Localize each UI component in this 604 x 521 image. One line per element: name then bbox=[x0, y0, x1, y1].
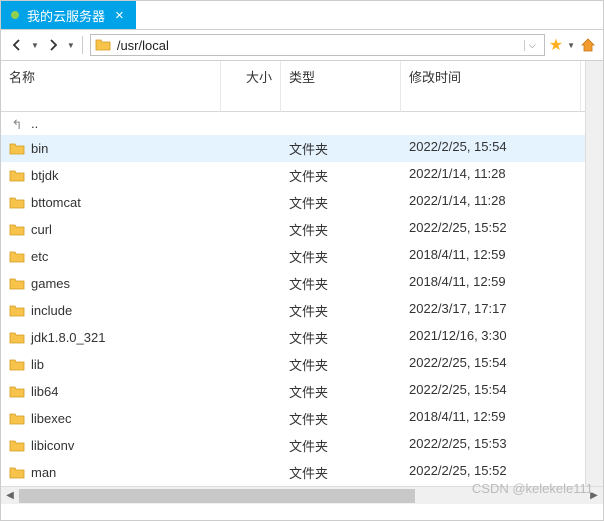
file-type: 文件夹 bbox=[281, 459, 401, 486]
file-mtime: 2022/2/25, 15:52 bbox=[401, 216, 581, 243]
bookmark-dropdown[interactable]: ▼ bbox=[567, 41, 575, 50]
folder-icon bbox=[9, 466, 25, 480]
file-mtime: 2022/3/17, 17:17 bbox=[401, 297, 581, 324]
bookmark-button[interactable]: ★ bbox=[549, 35, 563, 55]
folder-icon bbox=[9, 196, 25, 210]
file-type: 文件夹 bbox=[281, 297, 401, 324]
folder-icon bbox=[9, 331, 25, 345]
file-name: include bbox=[31, 303, 72, 318]
folder-icon bbox=[9, 250, 25, 264]
back-button[interactable] bbox=[7, 35, 27, 55]
file-list-panel: 名称 大小 类型 修改时间 属性 ↰ .. bin文件夹2022/2/25, 1… bbox=[1, 61, 603, 504]
scroll-right-icon[interactable]: ▶ bbox=[585, 487, 603, 505]
col-name[interactable]: 名称 bbox=[1, 61, 221, 112]
folder-icon bbox=[9, 412, 25, 426]
file-type: 文件夹 bbox=[281, 432, 401, 459]
file-name: curl bbox=[31, 222, 52, 237]
forward-button[interactable] bbox=[43, 35, 63, 55]
back-history-dropdown[interactable]: ▼ bbox=[31, 41, 39, 50]
col-type[interactable]: 类型 bbox=[281, 61, 401, 112]
file-mtime: 2021/12/16, 3:30 bbox=[401, 324, 581, 351]
horizontal-scrollbar[interactable]: ◀ ▶ bbox=[1, 486, 603, 504]
status-dot-icon bbox=[11, 11, 19, 19]
folder-icon bbox=[9, 304, 25, 318]
file-mtime: 2022/2/25, 15:54 bbox=[401, 378, 581, 405]
col-mtime[interactable]: 修改时间 bbox=[401, 61, 581, 112]
file-name: man bbox=[31, 465, 56, 480]
file-type: 文件夹 bbox=[281, 189, 401, 216]
file-name: libexec bbox=[31, 411, 71, 426]
file-mtime: 2022/2/25, 15:52 bbox=[401, 459, 581, 486]
file-mtime: 2018/4/11, 12:59 bbox=[401, 270, 581, 297]
parent-label: .. bbox=[31, 116, 38, 131]
folder-icon bbox=[9, 142, 25, 156]
file-type: 文件夹 bbox=[281, 351, 401, 378]
file-mtime: 2022/2/25, 15:54 bbox=[401, 351, 581, 378]
toolbar: ▼ ▼ /usr/local ⌵ ★ ▼ bbox=[1, 29, 603, 61]
file-name: games bbox=[31, 276, 70, 291]
file-mtime: 2018/4/11, 12:59 bbox=[401, 243, 581, 270]
close-icon[interactable]: × bbox=[113, 8, 126, 23]
file-name: lib64 bbox=[31, 384, 58, 399]
scroll-track[interactable] bbox=[19, 487, 585, 505]
folder-icon bbox=[9, 277, 25, 291]
tab-title: 我的云服务器 bbox=[27, 6, 105, 25]
file-type: 文件夹 bbox=[281, 135, 401, 162]
file-name: bttomcat bbox=[31, 195, 81, 210]
file-type: 文件夹 bbox=[281, 405, 401, 432]
path-input[interactable]: /usr/local bbox=[117, 38, 518, 53]
folder-icon bbox=[9, 169, 25, 183]
tab-bar: 我的云服务器 × bbox=[1, 1, 603, 29]
file-mtime: 2022/1/14, 11:28 bbox=[401, 189, 581, 216]
up-icon: ↰ bbox=[9, 117, 25, 131]
file-type: 文件夹 bbox=[281, 270, 401, 297]
file-name: etc bbox=[31, 249, 48, 264]
path-bar[interactable]: /usr/local ⌵ bbox=[90, 34, 545, 56]
file-name: libiconv bbox=[31, 438, 74, 453]
forward-history-dropdown[interactable]: ▼ bbox=[67, 41, 75, 50]
file-type: 文件夹 bbox=[281, 378, 401, 405]
col-size[interactable]: 大小 bbox=[221, 61, 281, 112]
folder-icon bbox=[9, 358, 25, 372]
folder-icon bbox=[95, 38, 111, 52]
path-dropdown-icon[interactable]: ⌵ bbox=[524, 40, 540, 51]
home-button[interactable] bbox=[579, 36, 597, 54]
separator bbox=[82, 36, 83, 54]
file-mtime: 2018/4/11, 12:59 bbox=[401, 405, 581, 432]
file-mtime: 2022/1/14, 11:28 bbox=[401, 162, 581, 189]
folder-icon bbox=[9, 223, 25, 237]
file-mtime: 2022/2/25, 15:53 bbox=[401, 432, 581, 459]
file-mtime: 2022/2/25, 15:54 bbox=[401, 135, 581, 162]
scroll-thumb[interactable] bbox=[19, 489, 415, 503]
tab-active[interactable]: 我的云服务器 × bbox=[1, 1, 136, 29]
file-name: jdk1.8.0_321 bbox=[31, 330, 105, 345]
folder-icon bbox=[9, 385, 25, 399]
folder-icon bbox=[9, 439, 25, 453]
scroll-left-icon[interactable]: ◀ bbox=[1, 487, 19, 505]
file-type: 文件夹 bbox=[281, 216, 401, 243]
file-name: btjdk bbox=[31, 168, 58, 183]
file-name: lib bbox=[31, 357, 44, 372]
file-type: 文件夹 bbox=[281, 324, 401, 351]
file-type: 文件夹 bbox=[281, 243, 401, 270]
file-name: bin bbox=[31, 141, 48, 156]
vertical-scrollbar[interactable] bbox=[585, 61, 603, 486]
file-type: 文件夹 bbox=[281, 162, 401, 189]
